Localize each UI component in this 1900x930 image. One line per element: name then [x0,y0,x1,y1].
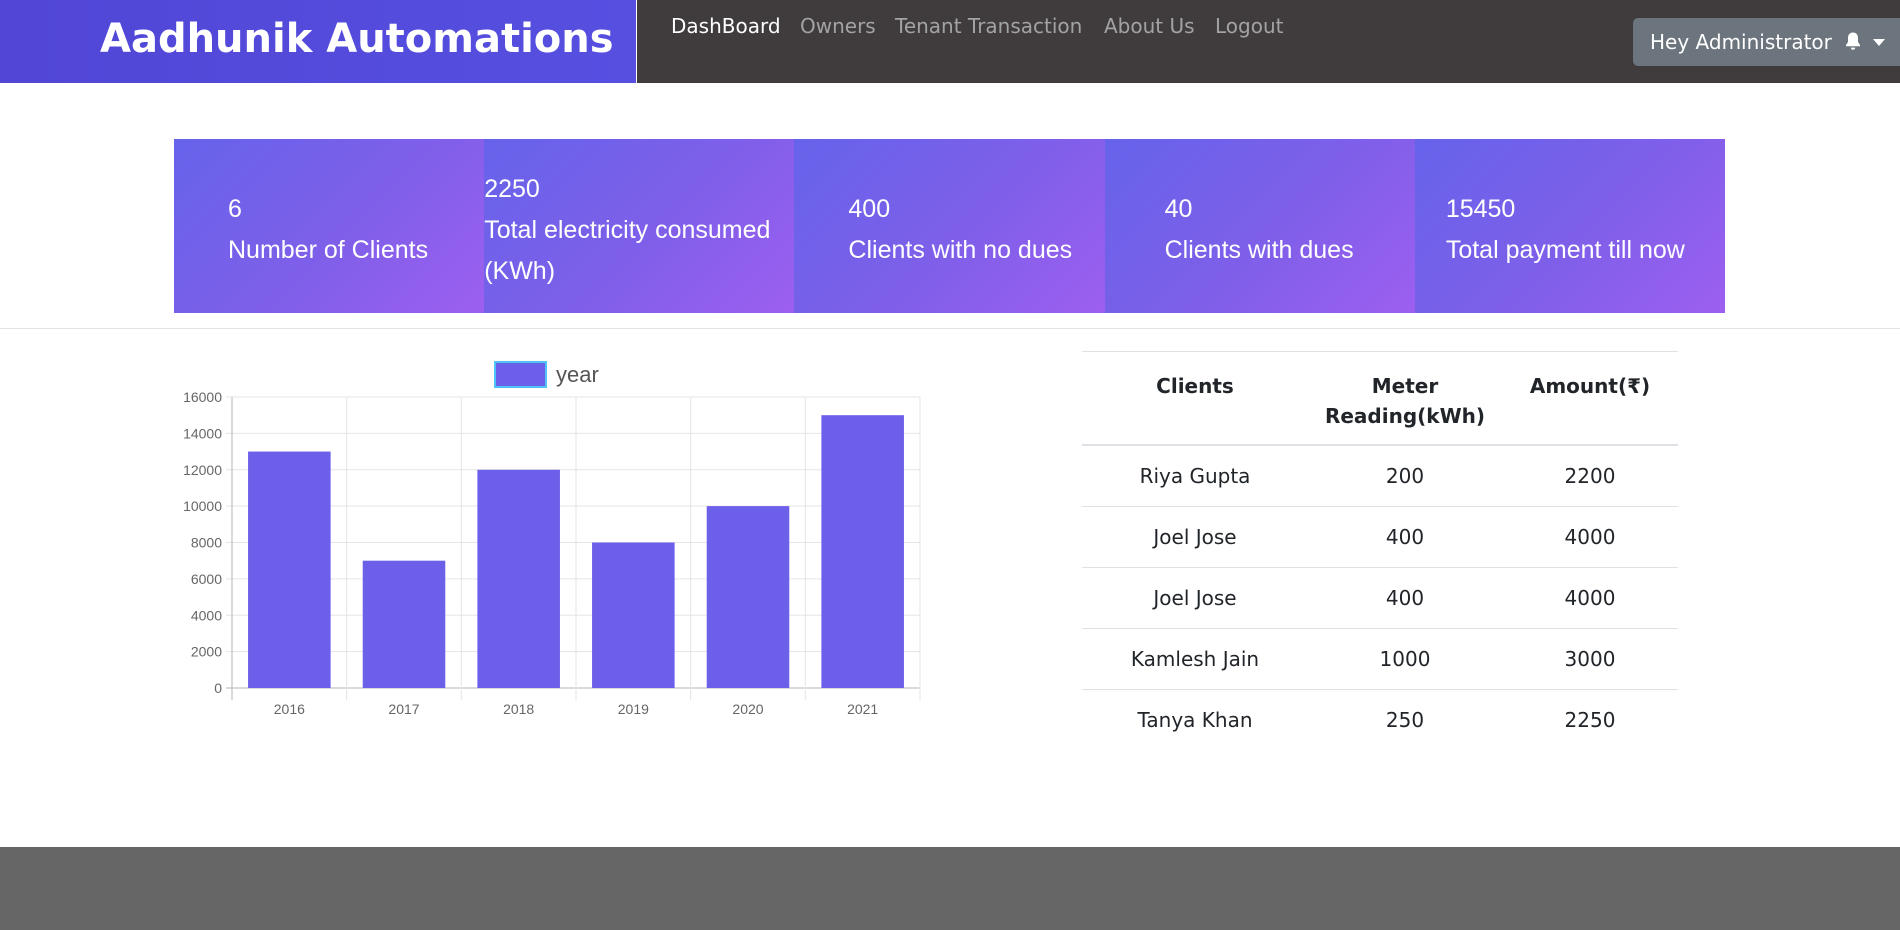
stat-card-no-dues: 400 Clients with no dues [794,139,1105,313]
table-row[interactable]: Joel Jose 400 4000 [1082,506,1678,568]
table-cell-amount: 2200 [1502,444,1678,507]
stat-card-electricity: 2250 Total electricity consumed (KWh) [484,139,795,313]
table-row[interactable]: Tanya Khan 250 2250 [1082,689,1678,750]
page-footer [0,847,1900,930]
stat-label: Clients with dues [1164,236,1354,264]
table-row[interactable]: Kamlesh Jain 1000 3000 [1082,628,1678,690]
y-tick-label: 12000 [183,462,222,478]
stat-label: Number of Clients [228,236,429,264]
table-cell-reading: 400 [1308,567,1502,629]
column-header-amount[interactable]: Amount(₹) [1502,351,1678,446]
user-menu-label: Hey Administrator [1650,30,1832,54]
bar-2021 [821,415,904,688]
stat-label: Clients with no dues [848,236,1073,264]
chart-y-axis: 0 2000 4000 6000 8000 10000 12000 14000 16000 [183,389,222,696]
y-tick-label: 16000 [183,389,222,405]
bar-2016 [248,451,331,688]
brand-banner: Aadhunik Automations [0,0,637,83]
y-tick-label: 0 [214,680,222,696]
stat-value: 40 [1164,195,1193,223]
stat-value: 2250 [484,175,540,203]
nav-tenant-transaction[interactable]: Tenant Transaction [895,14,1082,38]
clients-table-container: Clients Meter Reading(kWh) Amount(₹) Riy… [1082,351,1678,750]
table-cell-reading: 1000 [1308,628,1502,690]
stat-value: 6 [228,195,242,223]
bar-2017 [362,560,446,688]
table-cell-client: Kamlesh Jain [1082,628,1308,690]
stat-label: Total payment till now [1445,236,1685,264]
stat-label: Total electricity consumed [484,216,771,244]
clients-table: Clients Meter Reading(kWh) Amount(₹) Riy… [1082,351,1678,750]
y-tick-label: 8000 [191,535,222,551]
bar-2018 [477,469,560,688]
section-divider [0,328,1900,329]
legend-label[interactable]: year [556,362,599,387]
x-tick-label: 2017 [388,701,419,717]
column-header-meter-reading[interactable]: Meter Reading(kWh) [1308,351,1502,446]
table-cell-amount: 4000 [1502,567,1678,629]
nav-logout[interactable]: Logout [1215,14,1283,38]
x-tick-label: 2020 [732,701,763,717]
table-cell-reading: 250 [1308,689,1502,750]
brand-title: Aadhunik Automations [100,16,614,62]
y-tick-label: 2000 [191,644,222,660]
bar-2020 [706,506,790,688]
stat-card-with-dues: 40 Clients with dues [1104,139,1415,313]
legend-swatch[interactable] [494,361,547,388]
x-tick-label: 2016 [274,701,305,717]
column-header-meter-reading-text: Meter Reading(kWh) [1324,374,1486,428]
bar-2019 [592,542,675,688]
bell-icon [1844,31,1862,56]
caret-down-icon [1873,39,1885,46]
y-tick-label: 4000 [191,607,222,623]
y-tick-label: 14000 [183,425,222,441]
column-header-clients[interactable]: Clients [1082,351,1308,446]
table-cell-amount: 2250 [1502,689,1678,750]
table-cell-reading: 200 [1308,444,1502,507]
yearly-bar-chart: year 0 2000 4000 6000 8000 10000 12000 14000 160… [170,350,930,730]
x-tick-label: 2019 [618,701,649,717]
table-cell-client: Riya Gupta [1082,444,1308,507]
table-header-row: Clients Meter Reading(kWh) Amount(₹) [1082,351,1678,446]
chart-canvas: year 0 2000 4000 6000 8000 10000 12000 14000 160… [183,361,921,717]
stat-value: 400 [848,195,891,223]
y-tick-label: 6000 [191,571,222,587]
nav-owners[interactable]: Owners [800,14,876,38]
table-row[interactable]: Joel Jose 400 4000 [1082,567,1678,629]
user-menu-button[interactable]: Hey Administrator [1633,18,1900,66]
table-cell-amount: 4000 [1502,506,1678,568]
stats-row: 6 Number of Clients 2250 Total electrici… [174,139,1726,313]
x-tick-label: 2021 [847,701,878,717]
nav-dashboard[interactable]: DashBoard [671,14,781,38]
chart-x-axis: 2016 2017 2018 2019 2020 2021 [274,701,879,717]
table-cell-reading: 400 [1308,506,1502,568]
table-row[interactable]: Riya Gupta 200 2200 [1082,444,1678,507]
table-cell-client: Joel Jose [1082,506,1308,568]
stat-card-clients: 6 Number of Clients [174,139,485,313]
table-cell-client: Joel Jose [1082,567,1308,629]
table-cell-client: Tanya Khan [1082,689,1308,750]
stat-card-total-payment: 15450 Total payment till now [1414,139,1726,313]
table-cell-amount: 3000 [1502,628,1678,690]
y-tick-label: 10000 [183,498,222,514]
nav-about-us[interactable]: About Us [1104,14,1195,38]
stat-label-unit: (KWh) [484,257,556,285]
stat-value: 15450 [1445,195,1516,223]
x-tick-label: 2018 [503,701,534,717]
